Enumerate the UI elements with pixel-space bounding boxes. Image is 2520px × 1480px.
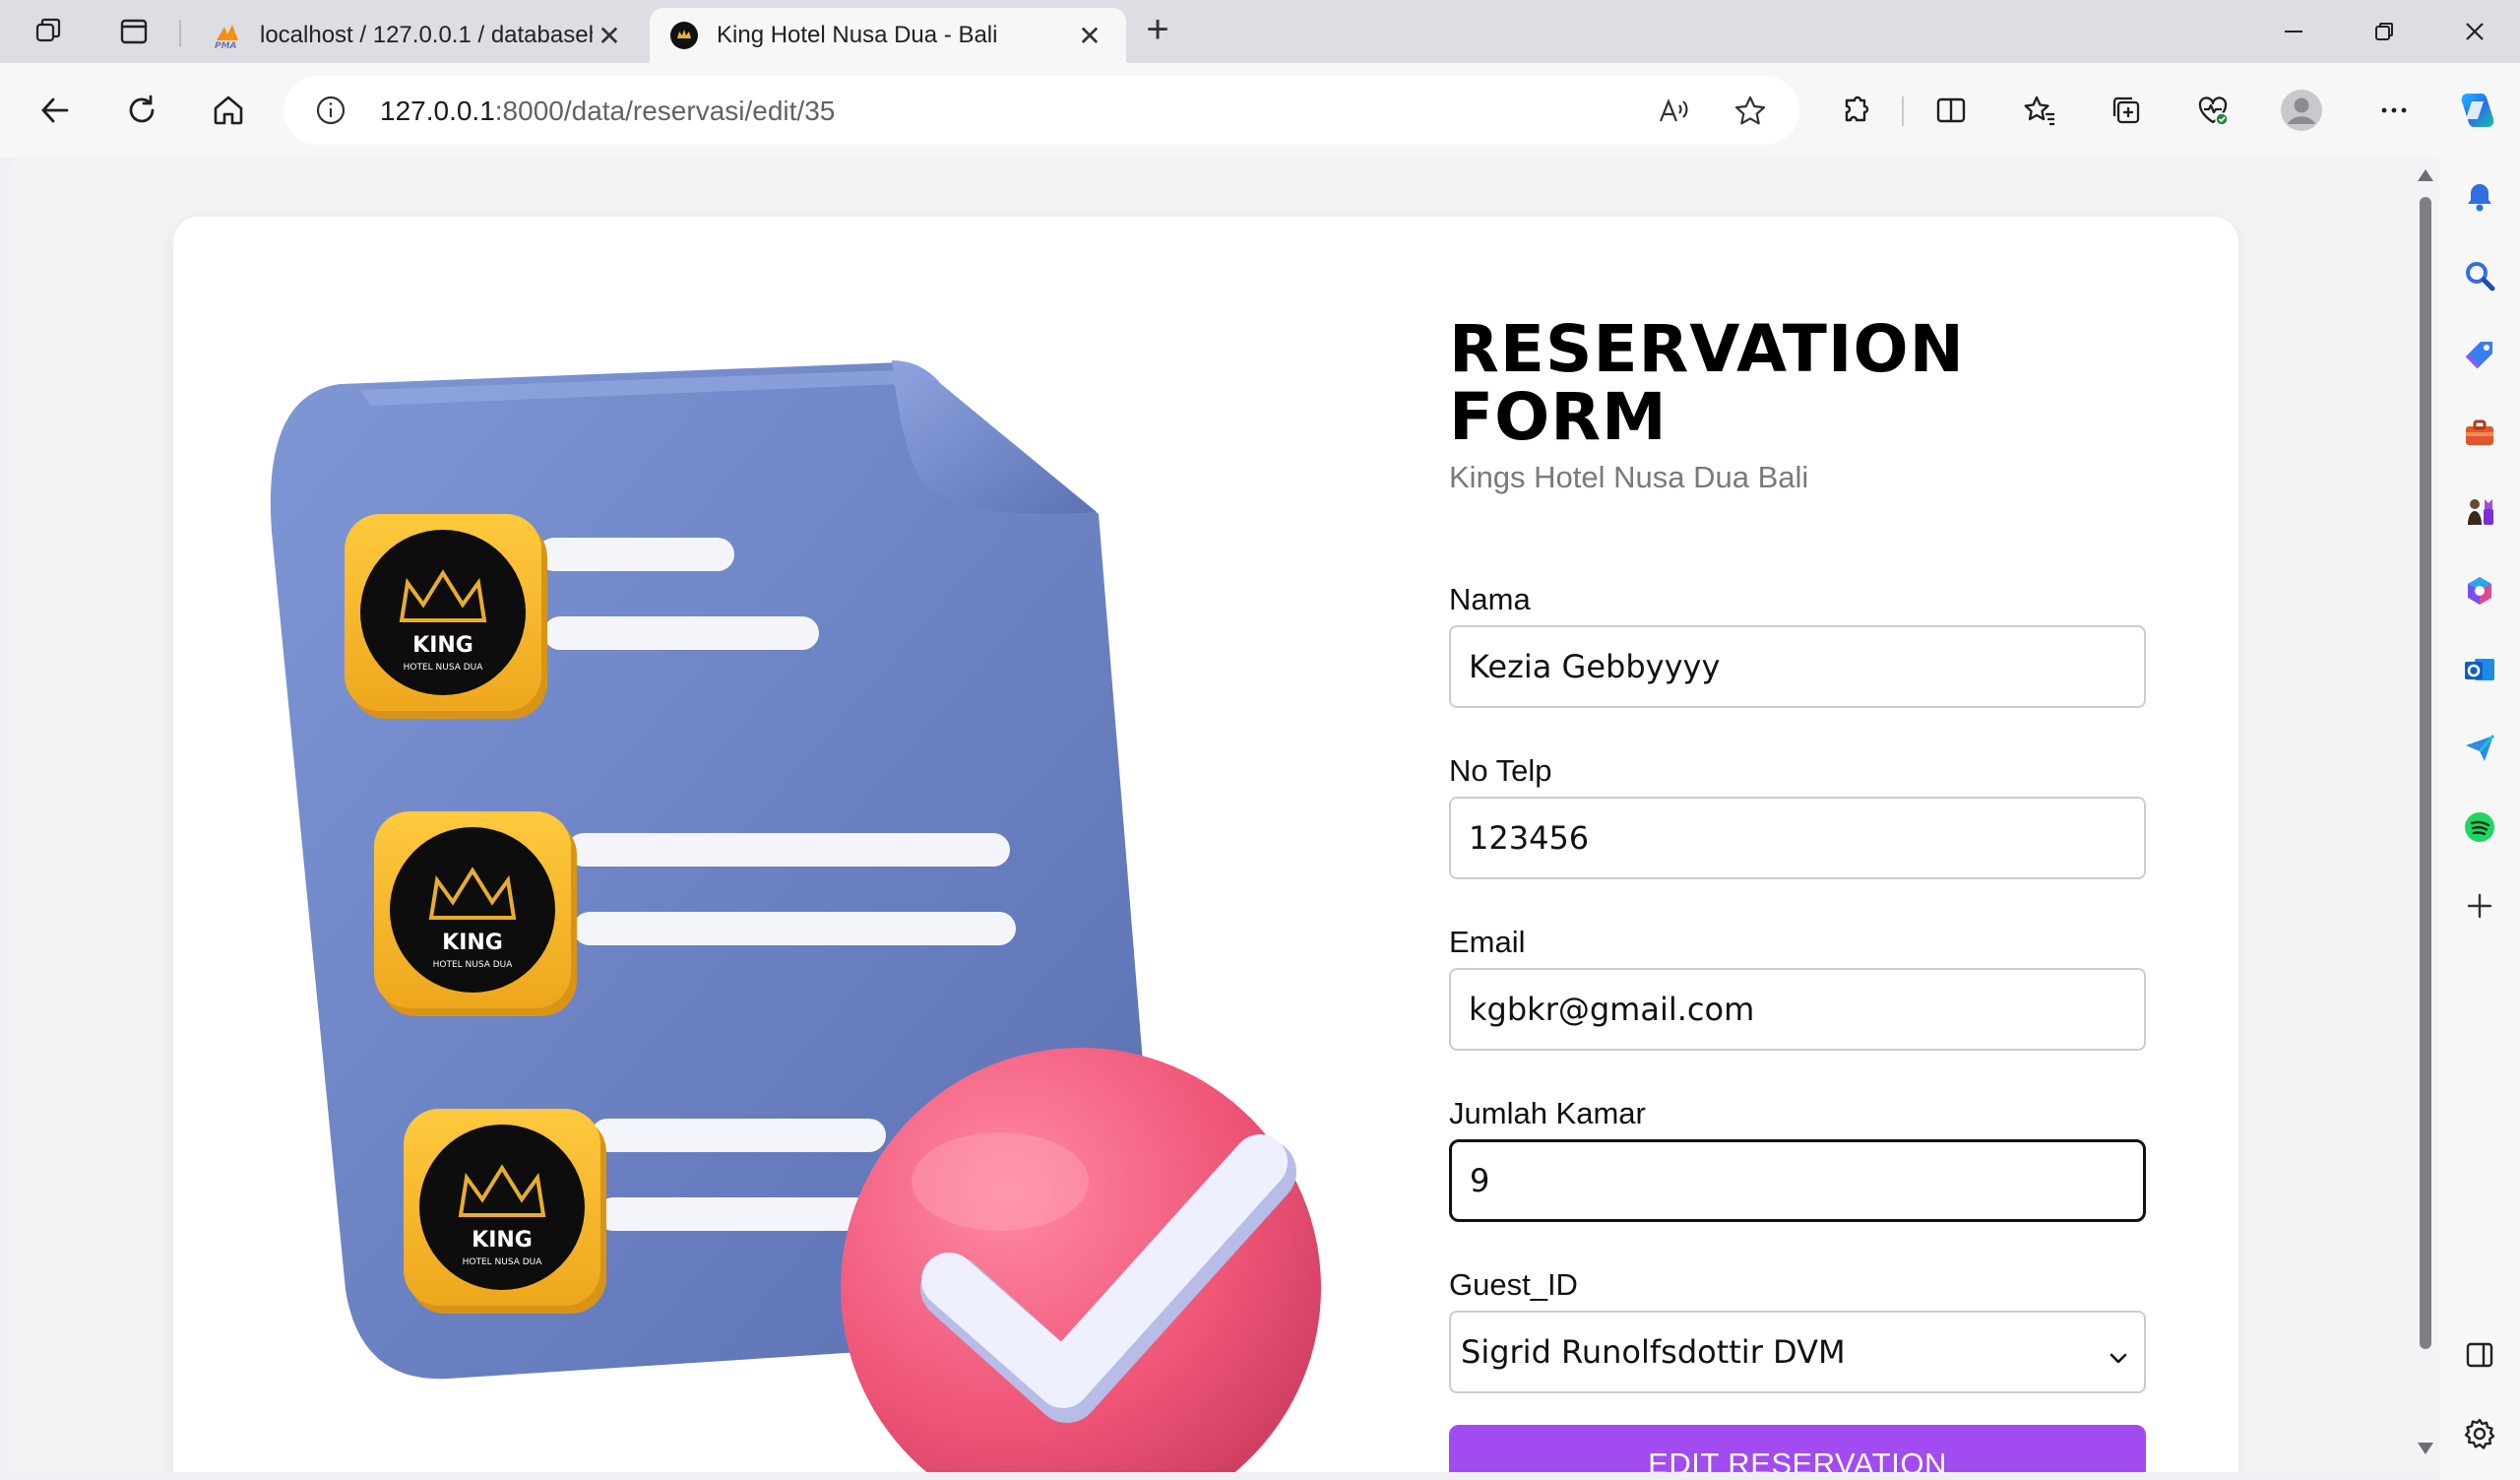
phpmyadmin-icon: PMA bbox=[213, 21, 242, 51]
guest-id-label: Guest_ID bbox=[1449, 1266, 1578, 1302]
scroll-up-arrow-icon[interactable] bbox=[2418, 169, 2433, 181]
king-hotel-icon bbox=[669, 21, 699, 50]
new-tab-button[interactable]: + bbox=[1140, 10, 1175, 49]
search-icon[interactable] bbox=[2460, 256, 2499, 295]
king-logo-badge-3: KING HOTEL NUSA DUA bbox=[404, 1109, 606, 1314]
jumlah-kamar-label: Jumlah Kamar bbox=[1449, 1095, 1646, 1130]
guest-id-selected: Sigrid Runolfsdottir DVM bbox=[1461, 1332, 1846, 1371]
url-host: 127.0.0.1 bbox=[380, 96, 495, 126]
form-title: RESERVATION FORM bbox=[1449, 311, 1965, 456]
tab-separator bbox=[179, 20, 181, 47]
no-telp-input[interactable]: 123456 bbox=[1449, 796, 2146, 879]
microsoft-365-icon[interactable] bbox=[2460, 571, 2499, 611]
scroll-down-arrow-icon[interactable] bbox=[2418, 1443, 2433, 1454]
tab-title: King Hotel Nusa Dua - Bali bbox=[717, 22, 998, 48]
tab-title: localhost / 127.0.0.1 / databaseh bbox=[260, 22, 593, 48]
favorite-star-icon[interactable] bbox=[1731, 92, 1770, 131]
jumlah-kamar-value: 9 bbox=[1470, 1161, 1490, 1199]
back-arrow-icon[interactable] bbox=[30, 85, 81, 136]
nama-value: Kezia Gebbyyyy bbox=[1469, 647, 1721, 685]
favorites-icon[interactable] bbox=[2014, 85, 2065, 136]
games-chess-icon[interactable] bbox=[2460, 492, 2499, 532]
spotify-icon[interactable] bbox=[2460, 807, 2499, 847]
no-telp-value: 123456 bbox=[1469, 818, 1590, 857]
tab-actions-icon[interactable] bbox=[116, 14, 152, 49]
browser-essentials-icon[interactable] bbox=[2187, 85, 2238, 136]
svg-text:PMA: PMA bbox=[215, 41, 237, 50]
outlook-icon[interactable] bbox=[2460, 650, 2499, 689]
form-subtitle: Kings Hotel Nusa Dua Bali bbox=[1449, 459, 1809, 494]
svg-text:HOTEL NUSA DUA: HOTEL NUSA DUA bbox=[404, 663, 484, 673]
reservation-card: KING HOTEL NUSA DUA KING HOTEL NUSA DUA bbox=[173, 217, 2238, 1472]
add-sidebar-app-icon[interactable] bbox=[2460, 886, 2499, 926]
svg-text:HOTEL NUSA DUA: HOTEL NUSA DUA bbox=[433, 960, 514, 970]
nama-input[interactable]: Kezia Gebbyyyy bbox=[1449, 624, 2146, 708]
url-path: :8000/data/reservasi/edit/35 bbox=[494, 96, 836, 126]
copilot-icon[interactable] bbox=[2451, 85, 2502, 136]
home-icon[interactable] bbox=[203, 85, 254, 136]
svg-text:HOTEL NUSA DUA: HOTEL NUSA DUA bbox=[463, 1257, 543, 1267]
collections-icon[interactable] bbox=[2101, 85, 2152, 136]
scrollbar-thumb[interactable] bbox=[2420, 197, 2431, 1349]
email-value: kgbkr@gmail.com bbox=[1469, 990, 1755, 1028]
browser-toolbar: 127.0.0.1:8000/data/reservasi/edit/35 bbox=[0, 63, 2520, 158]
hide-sidebar-icon[interactable] bbox=[2460, 1335, 2499, 1375]
page-viewport: KING HOTEL NUSA DUA KING HOTEL NUSA DUA bbox=[8, 158, 2410, 1472]
tab-phpmyadmin[interactable]: PMA localhost / 127.0.0.1 / databaseh ✕ bbox=[193, 8, 646, 63]
url-text[interactable]: 127.0.0.1:8000/data/reservasi/edit/35 bbox=[380, 96, 835, 127]
close-window-icon[interactable] bbox=[2445, 10, 2504, 53]
drop-send-icon[interactable] bbox=[2460, 729, 2499, 768]
site-info-icon[interactable] bbox=[315, 95, 346, 126]
close-tab-icon[interactable]: ✕ bbox=[1073, 20, 1106, 52]
refresh-icon[interactable] bbox=[116, 85, 167, 136]
no-telp-label: No Telp bbox=[1449, 752, 1552, 788]
minimize-icon[interactable] bbox=[2264, 10, 2323, 53]
king-logo-badge-2: KING HOTEL NUSA DUA bbox=[374, 811, 577, 1016]
chevron-down-icon bbox=[2107, 1340, 2130, 1364]
jumlah-kamar-input[interactable]: 9 bbox=[1449, 1138, 2146, 1222]
reservation-form: RESERVATION FORM Kings Hotel Nusa Dua Ba… bbox=[1449, 315, 2146, 1472]
split-screen-icon[interactable] bbox=[1925, 85, 1977, 136]
extensions-icon[interactable] bbox=[1831, 85, 1882, 136]
tab-strip: PMA localhost / 127.0.0.1 / databaseh ✕ … bbox=[0, 0, 2520, 63]
document-checkmark-illustration: KING HOTEL NUSA DUA KING HOTEL NUSA DUA bbox=[270, 360, 1321, 1472]
profile-avatar-icon[interactable] bbox=[2276, 85, 2327, 136]
svg-text:KING: KING bbox=[442, 931, 503, 955]
address-bar[interactable]: 127.0.0.1:8000/data/reservasi/edit/35 bbox=[284, 76, 1799, 145]
workspaces-icon[interactable] bbox=[32, 14, 67, 49]
nama-label: Nama bbox=[1449, 581, 1531, 616]
clipboard-illustration: KING HOTEL NUSA DUA KING HOTEL NUSA DUA bbox=[213, 295, 1473, 1472]
notification-bell-icon[interactable] bbox=[2460, 177, 2499, 217]
svg-text:KING: KING bbox=[472, 1228, 533, 1253]
read-aloud-icon[interactable] bbox=[1654, 92, 1693, 131]
edit-reservation-button[interactable]: EDIT RESERVATION bbox=[1449, 1424, 2146, 1472]
close-tab-icon[interactable]: ✕ bbox=[593, 20, 626, 52]
more-options-icon[interactable] bbox=[2368, 85, 2420, 136]
shopping-tag-icon[interactable] bbox=[2460, 335, 2499, 374]
guest-id-select[interactable]: Sigrid Runolfsdottir DVM bbox=[1449, 1310, 2146, 1393]
email-input[interactable]: kgbkr@gmail.com bbox=[1449, 967, 2146, 1051]
restore-icon[interactable] bbox=[2355, 10, 2414, 53]
svg-text:KING: KING bbox=[412, 633, 473, 658]
tab-king-hotel[interactable]: King Hotel Nusa Dua - Bali ✕ bbox=[650, 8, 1126, 63]
settings-gear-icon[interactable] bbox=[2460, 1414, 2499, 1453]
toolbar-separator bbox=[1902, 97, 1904, 126]
page-scrollbar[interactable] bbox=[2410, 158, 2439, 1472]
email-label: Email bbox=[1449, 924, 1526, 959]
king-logo-badge-1: KING HOTEL NUSA DUA bbox=[345, 514, 547, 719]
edge-sidebar bbox=[2439, 158, 2520, 1480]
tools-briefcase-icon[interactable] bbox=[2460, 414, 2499, 453]
